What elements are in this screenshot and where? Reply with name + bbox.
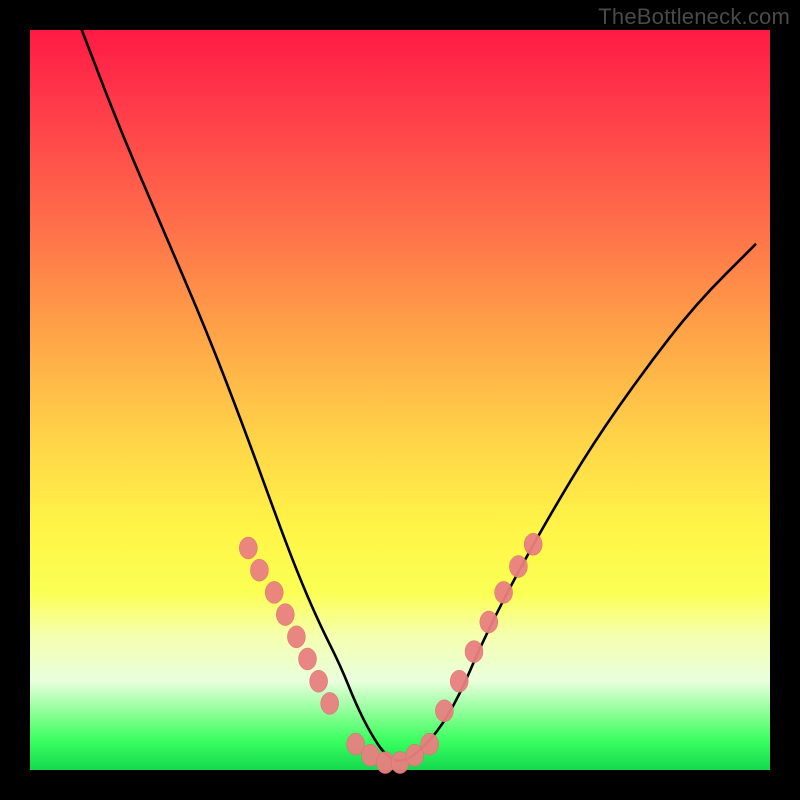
gradient-plot-area xyxy=(30,30,770,770)
watermark-text: TheBottleneck.com xyxy=(598,4,790,30)
